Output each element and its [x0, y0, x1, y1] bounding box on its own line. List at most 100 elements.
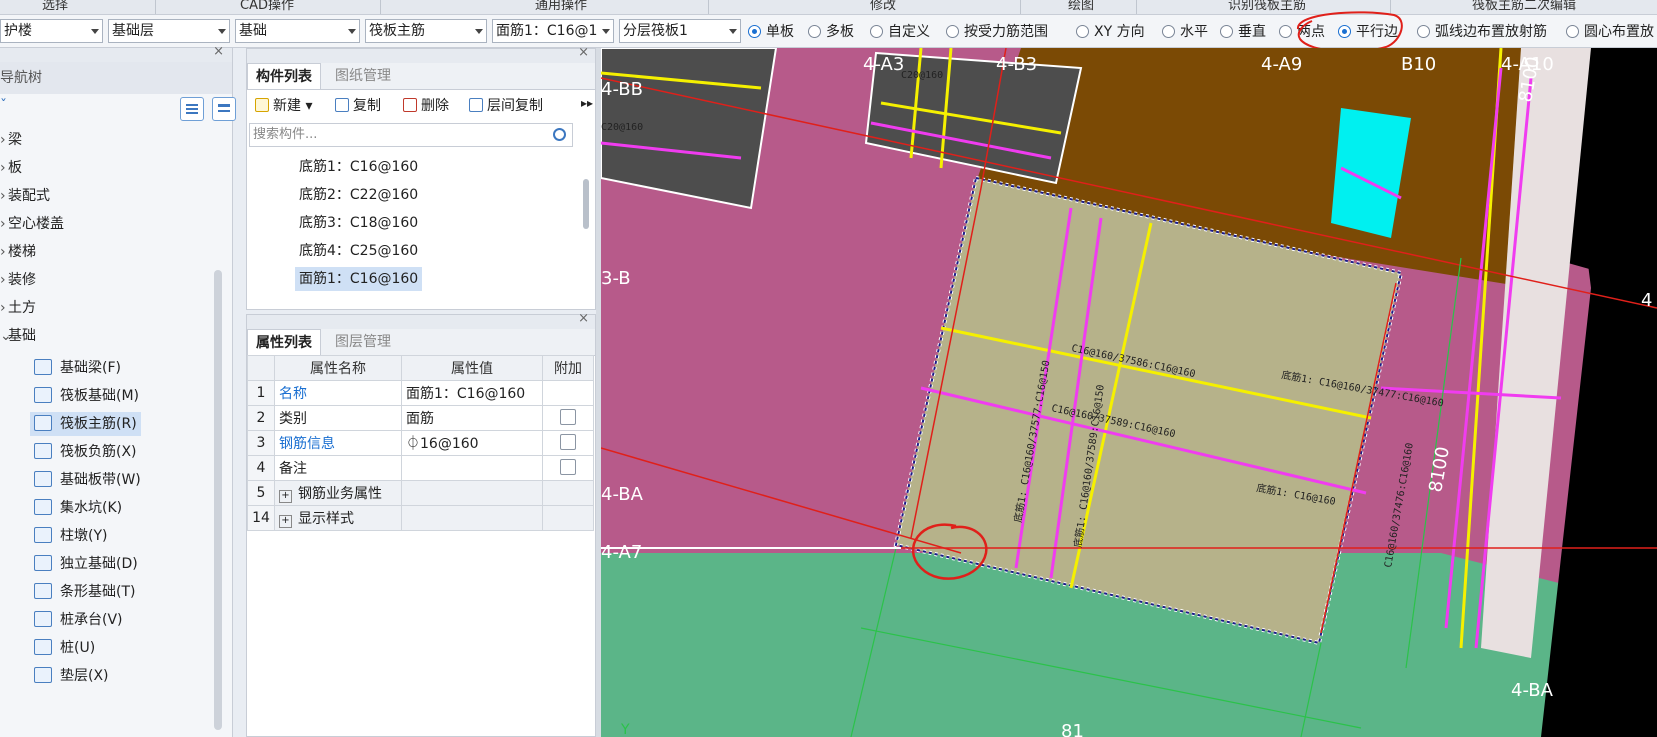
copy-button[interactable]: 复制: [335, 95, 381, 117]
property-extra: [542, 505, 594, 531]
list-view-icon[interactable]: [180, 97, 204, 121]
tab-component-list[interactable]: 构件列表: [247, 63, 321, 89]
tree-item-decoration[interactable]: › 装修: [0, 266, 36, 294]
list-item[interactable]: 底筋1：C16@160: [295, 155, 422, 179]
tree-sub-label: 柱墩(Y): [60, 528, 108, 544]
close-icon[interactable]: ×: [578, 311, 589, 326]
floor-select[interactable]: 护楼: [0, 19, 103, 43]
tree-sub-raft-foundation[interactable]: 筏板基础(M): [30, 384, 143, 408]
tab-layer-manage[interactable]: 图层管理: [327, 329, 399, 355]
category-select[interactable]: 基础: [235, 19, 360, 43]
tree-item-stair[interactable]: › 楼梯: [0, 238, 36, 266]
floor-select-value: 护楼: [4, 23, 32, 39]
tree-sub-foundation-beam[interactable]: 基础梁(F): [30, 356, 125, 380]
tree-sub-sump-pit[interactable]: 集水坑(K): [30, 496, 126, 520]
expand-icon[interactable]: +: [279, 490, 292, 503]
radio-dot: [1566, 25, 1579, 38]
radio-custom[interactable]: 自定义: [870, 23, 930, 41]
radio-multi-slab[interactable]: 多板: [808, 23, 854, 41]
extra-checkbox[interactable]: [560, 459, 576, 475]
property-extra: [542, 380, 594, 406]
ribbon-group-common[interactable]: 通用操作: [535, 0, 587, 13]
ribbon-group-draw[interactable]: 绘图: [1068, 0, 1094, 13]
more-icon[interactable]: ▸▸: [581, 96, 593, 110]
property-value[interactable]: 面筋: [401, 405, 543, 431]
nav-scrollbar[interactable]: [214, 270, 222, 730]
radio-horizontal[interactable]: 水平: [1162, 23, 1208, 41]
tree-item-hollow-floor[interactable]: › 空心楼盖: [0, 210, 64, 238]
tree-sub-pile-cap[interactable]: 桩承台(V): [30, 608, 127, 632]
property-name-label: 钢筋业务属性: [298, 486, 382, 502]
radio-force-range[interactable]: 按受力筋范围: [946, 23, 1048, 41]
tab-drawing-manage[interactable]: 图纸管理: [327, 63, 399, 89]
pin-icon[interactable]: ˇ: [0, 98, 7, 114]
radio-xy-direction[interactable]: XY 方向: [1076, 23, 1145, 41]
tree-sub-label: 桩(U): [60, 640, 96, 656]
cad-drawing[interactable]: 4-A3 4-B3 4-A9 B10 4-A10 4-BB 3-B 4-BA 4…: [601, 48, 1657, 737]
table-row[interactable]: 5 + 钢筋业务属性: [247, 480, 594, 506]
tree-sub-raft-negative-rebar[interactable]: 筏板负筋(X): [30, 440, 141, 464]
radio-arc-radial[interactable]: 弧线边布置放射筋: [1417, 23, 1547, 41]
list-item[interactable]: 底筋3：C18@160: [295, 211, 422, 235]
radio-single-slab[interactable]: 单板: [748, 23, 794, 41]
grid-label: 4-BA: [601, 484, 644, 505]
category-select-value: 基础: [239, 23, 267, 39]
tree-item-beam[interactable]: › 梁: [0, 126, 22, 154]
list-item[interactable]: 面筋1：C16@160: [295, 267, 423, 291]
detail-view-icon[interactable]: [212, 97, 236, 121]
property-name[interactable]: + 钢筋业务属性: [274, 480, 402, 506]
chevron-down-icon: [475, 29, 483, 34]
tree-sub-pile[interactable]: 桩(U): [30, 636, 99, 660]
tree-item-label: 梁: [8, 132, 22, 148]
type-select[interactable]: 筏板主筋: [365, 19, 487, 43]
tree-sub-column-pier[interactable]: 柱墩(Y): [30, 524, 111, 548]
extra-checkbox[interactable]: [560, 409, 576, 425]
property-name[interactable]: + 显示样式: [274, 505, 402, 531]
table-row[interactable]: 1 名称 面筋1：C16@160: [247, 380, 594, 406]
tree-sub-label: 基础梁(F): [60, 360, 121, 376]
ribbon-group-edit[interactable]: 筏板主筋二次编辑: [1472, 0, 1576, 13]
extra-checkbox[interactable]: [560, 434, 576, 450]
tree-item-foundation[interactable]: ⌄基础: [0, 322, 36, 350]
tree-item-label: 空心楼盖: [8, 216, 64, 232]
tab-property-list[interactable]: 属性列表: [247, 329, 321, 355]
table-row[interactable]: 4 备注: [247, 455, 594, 481]
table-row[interactable]: 3 钢筋信息 ⏀16@160: [247, 430, 594, 456]
close-icon[interactable]: ×: [213, 44, 224, 59]
sump-pit-icon: [34, 499, 52, 515]
component-search-input[interactable]: 搜索构件...: [249, 123, 573, 147]
search-icon[interactable]: [553, 128, 566, 141]
tree-sub-raft-main-rebar[interactable]: 筏板主筋(R): [30, 412, 141, 436]
table-row[interactable]: 14 + 显示样式: [247, 505, 594, 531]
tree-item-prefab[interactable]: › 装配式: [0, 182, 50, 210]
tree-item-earthwork[interactable]: › 土方: [0, 294, 36, 322]
close-icon[interactable]: ×: [578, 45, 589, 60]
property-value[interactable]: ⏀16@160: [401, 430, 543, 456]
expand-icon[interactable]: +: [279, 515, 292, 528]
layer-select[interactable]: 基础层: [108, 19, 230, 43]
property-value[interactable]: [401, 455, 543, 481]
tree-sub-isolated-footing[interactable]: 独立基础(D): [30, 552, 142, 576]
drawing-canvas[interactable]: 4-A3 4-B3 4-A9 B10 4-A10 4-BB 3-B 4-BA 4…: [601, 48, 1657, 737]
ribbon-group-modify[interactable]: 修改: [870, 0, 896, 13]
layer-copy-button[interactable]: 层间复制: [469, 95, 543, 117]
component-list-scrollbar[interactable]: [583, 179, 589, 229]
tree-sub-label: 筏板负筋(X): [60, 444, 137, 460]
radio-vertical[interactable]: 垂直: [1220, 23, 1266, 41]
property-value[interactable]: 面筋1：C16@160: [401, 380, 543, 406]
subtype-select[interactable]: 分层筏板1: [619, 19, 741, 43]
radio-center-place[interactable]: 圆心布置放: [1566, 23, 1654, 41]
ribbon-group-select[interactable]: 选择: [42, 0, 68, 13]
ribbon-group-cad[interactable]: CAD操作: [240, 0, 294, 13]
table-row[interactable]: 2 类别 面筋: [247, 405, 594, 431]
new-button[interactable]: 新建 ▾: [255, 95, 312, 117]
list-item[interactable]: 底筋4：C25@160: [295, 239, 422, 263]
tree-sub-strip-footing[interactable]: 条形基础(T): [30, 580, 139, 604]
tree-item-slab[interactable]: › 板: [0, 154, 22, 182]
list-item[interactable]: 底筋2：C22@160: [295, 183, 422, 207]
property-value: [401, 505, 543, 531]
delete-button[interactable]: 删除: [403, 95, 449, 117]
tree-sub-cushion[interactable]: 垫层(X): [30, 664, 113, 688]
component-select[interactable]: 面筋1：C16@1: [492, 19, 614, 43]
tree-sub-foundation-strip[interactable]: 基础板带(W): [30, 468, 145, 492]
